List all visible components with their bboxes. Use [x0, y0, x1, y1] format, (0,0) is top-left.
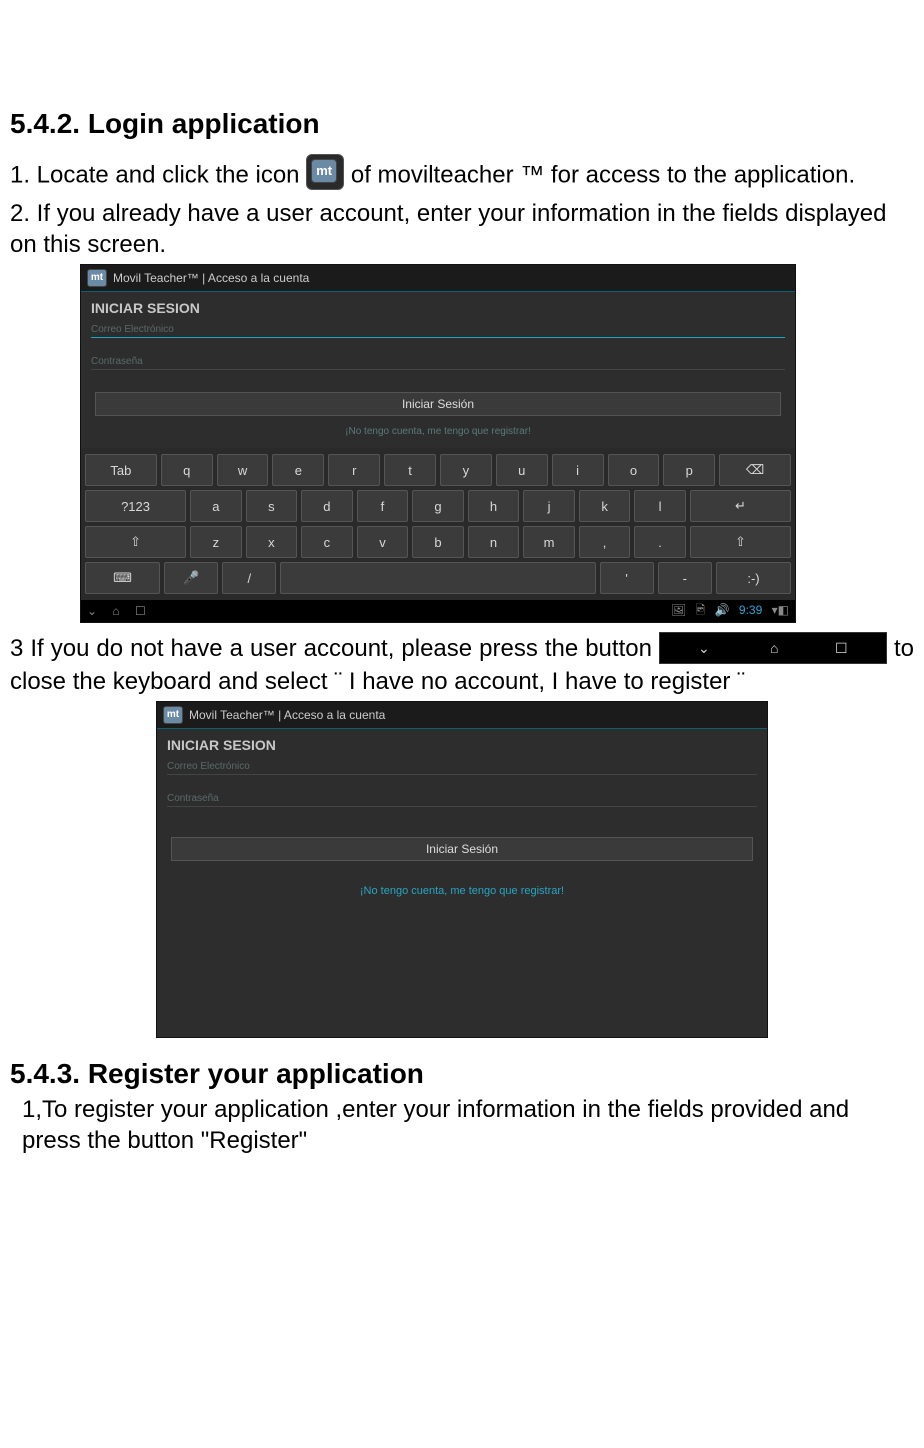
step-1-text-b: of movilteacher ™ for access to the appl…	[351, 161, 855, 188]
key-tab[interactable]: Tab	[85, 454, 157, 486]
login-form-area: INICIAR SESION Correo Electrónico Contra…	[81, 292, 795, 448]
section-heading-register: 5.4.3. Register your application	[10, 1058, 914, 1090]
key-f[interactable]: f	[357, 490, 409, 522]
key-y[interactable]: y	[440, 454, 492, 486]
key-u[interactable]: u	[496, 454, 548, 486]
key-w[interactable]: w	[217, 454, 269, 486]
key-enter[interactable]: ↵	[690, 490, 791, 522]
status-signal-icon: ▾◧	[772, 603, 789, 617]
kb-row-4: ⌨ 🎤 / ' - :-)	[85, 562, 791, 594]
register-hint-clipped: ¡No tengo cuenta, me tengo que registrar…	[91, 422, 785, 442]
register-link[interactable]: ¡No tengo cuenta, me tengo que registrar…	[167, 867, 757, 907]
login-form-area-2: INICIAR SESION Correo Electrónico Contra…	[157, 729, 767, 1037]
key-c[interactable]: c	[301, 526, 353, 558]
status-icon-b: 🖻	[696, 603, 706, 617]
login-title-2: INICIAR SESION	[167, 737, 757, 753]
nav-back-icon-img: ⌄	[698, 639, 710, 657]
key-period[interactable]: .	[634, 526, 686, 558]
key-shift-left[interactable]: ⇧	[85, 526, 186, 558]
nav-back-icon[interactable]: ⌄	[87, 604, 97, 618]
key-n[interactable]: n	[468, 526, 520, 558]
key-slash[interactable]: /	[222, 562, 276, 594]
key-e[interactable]: e	[272, 454, 324, 486]
nav-home-icon-img: ⌂	[770, 639, 778, 657]
email-field-2[interactable]: Correo Electrónico	[167, 757, 757, 775]
screenshot-login-with-keyboard: mt Movil Teacher™ | Acceso a la cuenta I…	[80, 264, 796, 623]
key-t[interactable]: t	[384, 454, 436, 486]
key-i[interactable]: i	[552, 454, 604, 486]
mt-small-icon-2: mt	[163, 706, 183, 724]
key-j[interactable]: j	[523, 490, 575, 522]
key-h[interactable]: h	[468, 490, 520, 522]
nav-recents-icon[interactable]: ☐	[135, 604, 146, 618]
status-right: 🖼 🖻 🔊 9:39 ▾◧	[665, 601, 789, 622]
step-1: 1. Locate and click the icon of moviltea…	[10, 158, 914, 194]
nav-home-icon[interactable]: ⌂	[112, 604, 119, 618]
password-field[interactable]: Contraseña	[91, 352, 785, 370]
mt-small-icon: mt	[87, 269, 107, 287]
key-d[interactable]: d	[301, 490, 353, 522]
key-k[interactable]: k	[579, 490, 631, 522]
key-backspace[interactable]: ⌫	[719, 454, 791, 486]
key-m[interactable]: m	[523, 526, 575, 558]
key-x[interactable]: x	[246, 526, 298, 558]
window-title: Movil Teacher™ | Acceso a la cuenta	[113, 271, 309, 285]
nav-recents-icon-img: ☐	[835, 639, 848, 657]
key-q[interactable]: q	[161, 454, 213, 486]
status-icon-c: 🔊	[715, 603, 730, 617]
kb-row-2: ?123 a s d f g h j k l ↵	[85, 490, 791, 522]
kb-row-3: ⇧ z x c v b n m , . ⇧	[85, 526, 791, 558]
step-1-text-a: 1. Locate and click the icon	[10, 161, 306, 188]
mt-app-icon	[306, 154, 344, 190]
login-button-2[interactable]: Iniciar Sesión	[171, 837, 753, 861]
app-titlebar-2: mt Movil Teacher™ | Acceso a la cuenta	[157, 702, 767, 729]
key-z[interactable]: z	[190, 526, 242, 558]
key-p[interactable]: p	[663, 454, 715, 486]
section-heading-login: 5.4.2. Login application	[10, 108, 914, 140]
nav-buttons: ⌄ ⌂ ☐	[87, 604, 158, 618]
step-3: 3 If you do not have a user account, ple…	[10, 633, 914, 697]
status-clock: 9:39	[739, 603, 762, 617]
password-field-2[interactable]: Contraseña	[167, 789, 757, 807]
status-icon-a: 🖼	[671, 603, 686, 617]
key-r[interactable]: r	[328, 454, 380, 486]
key-g[interactable]: g	[412, 490, 464, 522]
step-3-text-a: 3 If you do not have a user account, ple…	[10, 635, 659, 662]
onscreen-keyboard: Tab q w e r t y u i o p ⌫ ?123 a s d f g…	[81, 448, 795, 600]
login-title: INICIAR SESION	[91, 300, 785, 316]
key-v[interactable]: v	[357, 526, 409, 558]
login-button[interactable]: Iniciar Sesión	[95, 392, 781, 416]
blank-space	[167, 907, 757, 1027]
key-comma[interactable]: ,	[579, 526, 631, 558]
system-status-bar: ⌄ ⌂ ☐ 🖼 🖻 🔊 9:39 ▾◧	[81, 600, 795, 622]
window-title-2: Movil Teacher™ | Acceso a la cuenta	[189, 708, 385, 722]
key-symbols[interactable]: ?123	[85, 490, 186, 522]
key-a[interactable]: a	[190, 490, 242, 522]
key-s[interactable]: s	[246, 490, 298, 522]
screenshot-login-no-keyboard: mt Movil Teacher™ | Acceso a la cuenta I…	[156, 701, 768, 1038]
key-l[interactable]: l	[634, 490, 686, 522]
key-dash[interactable]: -	[658, 562, 712, 594]
register-step-1: 1,To register your application ,enter yo…	[10, 1094, 914, 1156]
app-titlebar: mt Movil Teacher™ | Acceso a la cuenta	[81, 265, 795, 292]
key-o[interactable]: o	[608, 454, 660, 486]
key-voice[interactable]: 🎤	[164, 562, 218, 594]
kb-row-1: Tab q w e r t y u i o p ⌫	[85, 454, 791, 486]
key-emoji[interactable]: :-)	[716, 562, 791, 594]
key-shift-right[interactable]: ⇧	[690, 526, 791, 558]
key-b[interactable]: b	[412, 526, 464, 558]
email-field[interactable]: Correo Electrónico	[91, 320, 785, 338]
key-apostrophe[interactable]: '	[600, 562, 654, 594]
step-2: 2. If you already have a user account, e…	[10, 198, 914, 260]
key-kb-toggle[interactable]: ⌨	[85, 562, 160, 594]
nav-bar-image: ⌄ ⌂ ☐	[659, 632, 887, 664]
key-space[interactable]	[280, 562, 595, 594]
